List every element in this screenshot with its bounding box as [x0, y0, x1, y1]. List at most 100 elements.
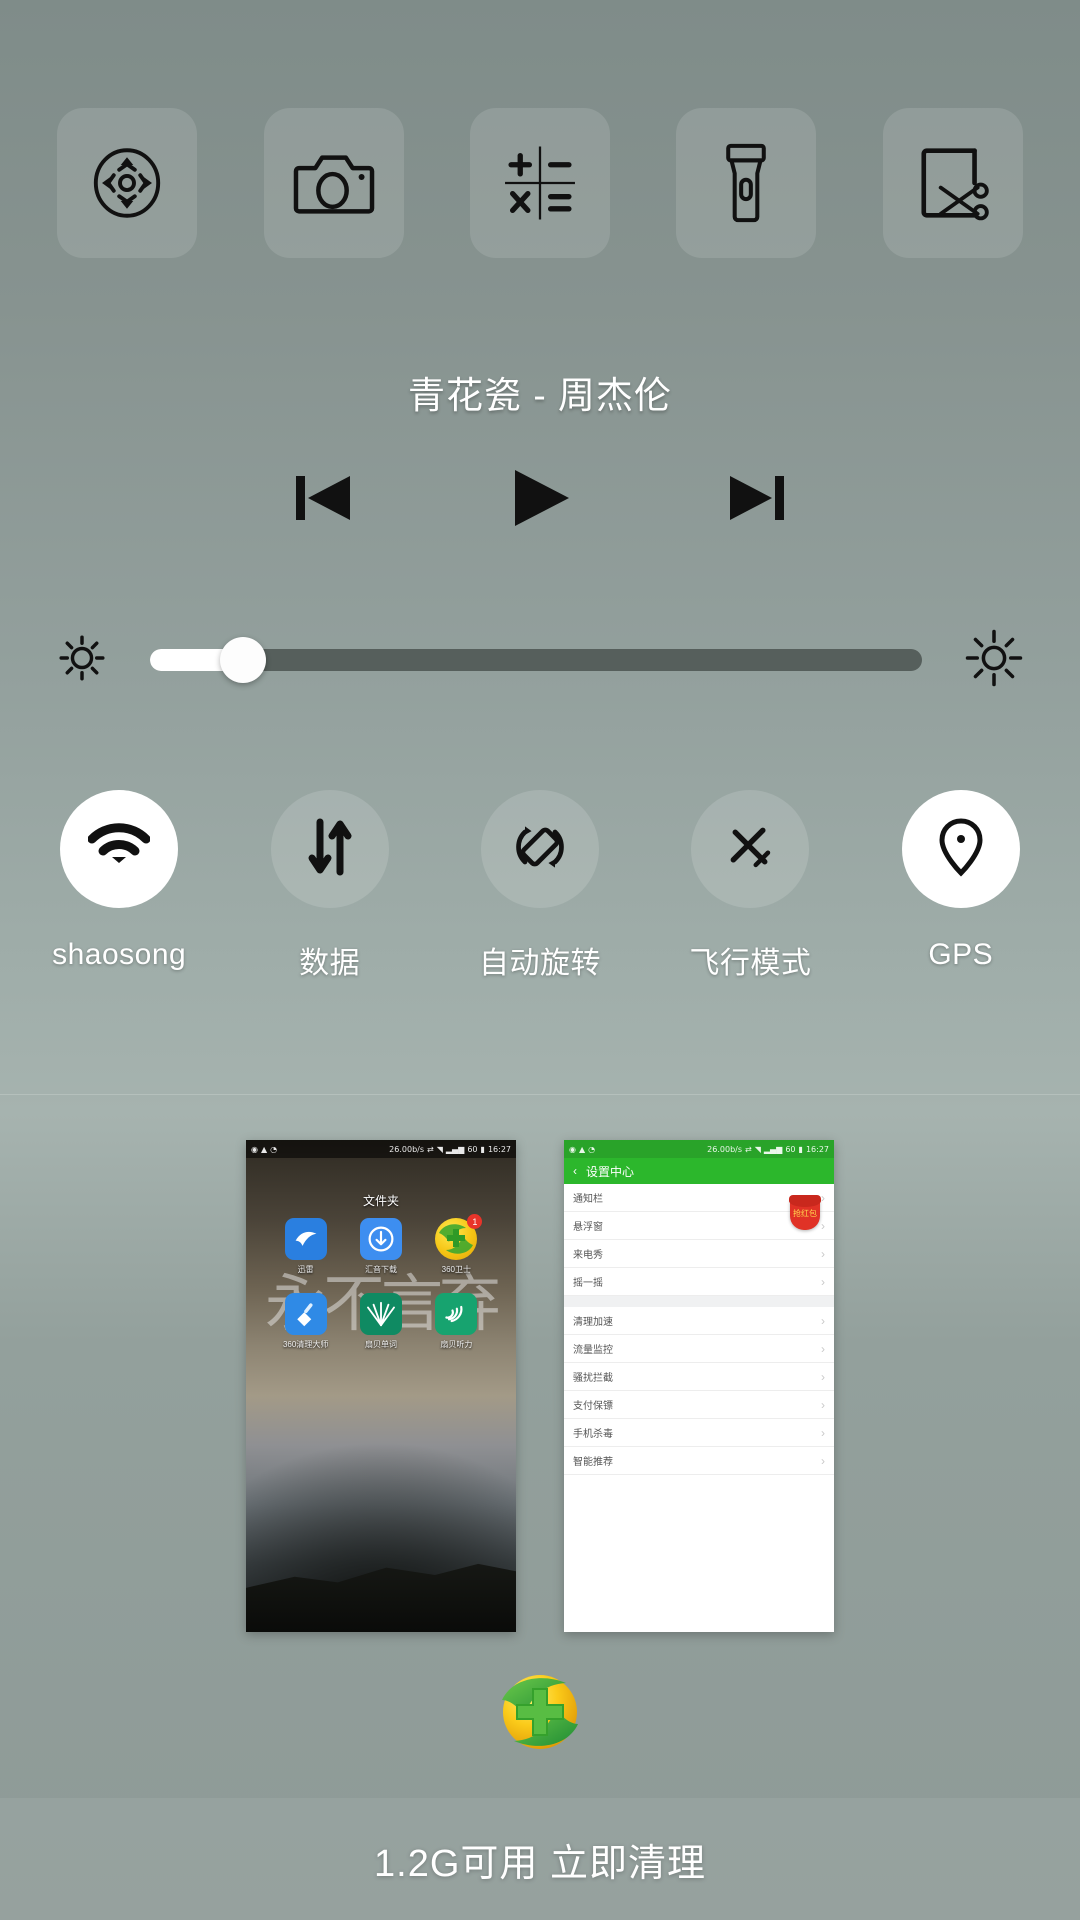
shortcut-calculator[interactable]: [469, 108, 610, 258]
notification-icon: ◉: [569, 1144, 576, 1154]
brightness-slider-thumb[interactable]: [219, 637, 266, 683]
list-group-separator: [564, 1296, 834, 1307]
app-item[interactable]: 扇贝听力: [419, 1293, 494, 1350]
camera-icon: [293, 144, 375, 222]
toggle-airplane-mode[interactable]: 飞行模式: [660, 790, 840, 1020]
calculator-icon: [502, 143, 578, 223]
app-label: 扇贝听力: [440, 1340, 473, 1349]
app-label: 迅雷: [297, 1265, 314, 1274]
chevron-right-icon: ›: [821, 1341, 825, 1356]
chevron-right-icon: ›: [821, 1369, 825, 1384]
chevron-right-icon: ›: [821, 1425, 825, 1440]
next-track-button[interactable]: [711, 463, 801, 533]
toggle-wifi[interactable]: shaosong: [29, 790, 209, 1020]
clock: 16:27: [805, 1144, 829, 1154]
shanbay-listening-icon: [435, 1293, 478, 1335]
chevron-left-icon[interactable]: ‹: [573, 1164, 577, 1178]
app-item[interactable]: 扇贝单词: [343, 1293, 418, 1350]
wifi-status-icon: ◥: [436, 1144, 443, 1154]
list-item-label: 支付保镖: [573, 1401, 613, 1412]
app-item[interactable]: 1 360卫士: [419, 1214, 494, 1275]
recent-app-settings-center[interactable]: ◉ ▲ ◔ 26.00b/s ⇄ ◥ ▂▄▆ 60 ▮ 16:27 ‹ 设置中心: [564, 1140, 834, 1632]
app-badge: 1: [467, 1214, 483, 1229]
toggle-gps-label: GPS: [928, 938, 994, 971]
music-player: 青花瓷 - 周杰伦: [0, 365, 1080, 533]
wifi-icon: [87, 822, 151, 876]
music-transport-controls: [0, 463, 1080, 533]
app-item[interactable]: 迅雷: [268, 1218, 343, 1275]
auto-rotate-icon: [510, 817, 570, 882]
wifi-status-icon: ◥: [754, 1144, 761, 1154]
settings-header: ‹ 设置中心: [564, 1158, 834, 1184]
toggle-auto-rotate-circle[interactable]: [480, 790, 599, 908]
statusbar-right-icons: 26.00b/s ⇄ ◥ ▂▄▆ 60 ▮ 16:27: [707, 1145, 829, 1154]
battery-icon: ▮: [798, 1144, 803, 1154]
clean-memory-bar[interactable]: 1.2G可用 立即清理: [0, 1798, 1080, 1920]
settings-header-title: 设置中心: [586, 1164, 635, 1179]
toggle-mobile-data[interactable]: 数据: [240, 790, 420, 1020]
recent-app-home-screen[interactable]: 永不言弃 ◉ ▲ ◔ 26.00b/s ⇄ ◥ ▂▄▆ 60 ▮ 16:27 文…: [246, 1140, 516, 1632]
chevron-right-icon: ›: [821, 1190, 825, 1205]
shortcut-screenshot[interactable]: [882, 108, 1023, 258]
360-guard-icon: 1: [435, 1214, 483, 1260]
list-item[interactable]: 悬浮窗 ›: [564, 1212, 834, 1240]
toggle-auto-rotate[interactable]: 自动旋转: [450, 790, 630, 1020]
list-item-label: 流量监控: [573, 1345, 613, 1356]
signal-icon: ▂▄▆: [763, 1144, 783, 1154]
app-label: 汇音下载: [364, 1265, 397, 1274]
list-item-label: 摇一摇: [573, 1278, 603, 1289]
toggle-gps-circle[interactable]: [901, 790, 1020, 908]
list-item[interactable]: 支付保镖 ›: [564, 1391, 834, 1419]
toggle-airplane-circle[interactable]: [691, 790, 810, 908]
app-item[interactable]: 汇音下载: [343, 1218, 418, 1275]
shanbay-words-icon: [359, 1293, 402, 1335]
toggle-mobile-data-circle[interactable]: [270, 790, 389, 908]
list-item[interactable]: 流量监控 ›: [564, 1335, 834, 1363]
list-item-label: 清理加速: [573, 1317, 613, 1328]
list-item[interactable]: 通知栏 › 抢红包: [564, 1184, 834, 1230]
list-item-label: 智能推荐: [573, 1457, 613, 1468]
screenshot-scissors-icon: [914, 143, 992, 223]
xunlei-icon: [284, 1218, 327, 1260]
folder-app-grid: 迅雷 汇音下载 1 360卫士 360清理大师 扇贝单词 扇贝听力: [246, 1214, 516, 1350]
battery-level: 60: [467, 1144, 478, 1154]
list-item-label: 通知栏: [573, 1194, 603, 1205]
notification-icon: ◉: [251, 1144, 258, 1154]
screen-lock-dpad-icon: [88, 144, 166, 222]
airplane-icon: [721, 818, 779, 881]
network-speed: 26.00b/s: [389, 1144, 425, 1154]
previous-track-button[interactable]: [279, 463, 369, 533]
alarm-icon: ◔: [588, 1144, 596, 1154]
app-label: 360清理大师: [282, 1340, 329, 1349]
list-item[interactable]: 来电秀 ›: [564, 1240, 834, 1268]
quick-toggles-row: shaosong 数据 自动旋转 飞行模式 GPS: [0, 790, 1080, 1020]
chevron-right-icon: ›: [821, 1274, 825, 1289]
shortcut-camera[interactable]: [263, 108, 404, 258]
warning-icon: ▲: [260, 1144, 268, 1154]
shortcut-screen-lock[interactable]: [57, 108, 198, 258]
flashlight-icon: [716, 141, 776, 225]
toggle-wifi-circle[interactable]: [60, 790, 179, 908]
list-item[interactable]: 手机杀毒 ›: [564, 1419, 834, 1447]
shortcut-flashlight[interactable]: [676, 108, 817, 258]
thumb-statusbar: ◉ ▲ ◔ 26.00b/s ⇄ ◥ ▂▄▆ 60 ▮ 16:27: [246, 1140, 516, 1158]
list-item[interactable]: 清理加速 ›: [564, 1307, 834, 1335]
list-item-label: 来电秀: [573, 1250, 603, 1261]
list-item[interactable]: 摇一摇 ›: [564, 1268, 834, 1296]
list-item[interactable]: 智能推荐 ›: [564, 1447, 834, 1475]
list-item[interactable]: 骚扰拦截 ›: [564, 1363, 834, 1391]
chevron-right-icon: ›: [821, 1218, 825, 1233]
360-security-logo[interactable]: [496, 1668, 584, 1756]
brightness-low-icon: [56, 632, 108, 689]
app-label: 360卫士: [441, 1265, 471, 1274]
app-label: 扇贝单词: [364, 1340, 397, 1349]
chevron-right-icon: ›: [821, 1397, 825, 1412]
app-item[interactable]: 360清理大师: [268, 1293, 343, 1350]
location-pin-icon: [938, 816, 984, 883]
brightness-slider-track[interactable]: [150, 637, 922, 683]
chevron-right-icon: ›: [821, 1313, 825, 1328]
toggle-gps[interactable]: GPS: [871, 790, 1051, 1020]
statusbar-right-icons: 26.00b/s ⇄ ◥ ▂▄▆ 60 ▮ 16:27: [389, 1145, 511, 1154]
play-button[interactable]: [495, 463, 585, 533]
signal-icon: ▂▄▆: [445, 1144, 465, 1154]
